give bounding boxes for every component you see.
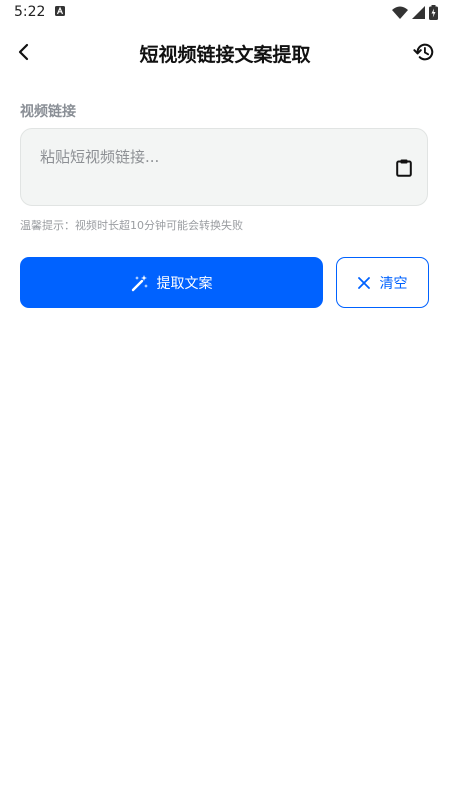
- app-bar: 短视频链接文案提取: [0, 30, 450, 76]
- paste-button[interactable]: [393, 157, 415, 179]
- clear-button[interactable]: 清空: [336, 257, 429, 308]
- status-time: 5:22: [14, 4, 46, 20]
- a-icon: [55, 6, 65, 16]
- video-link-input[interactable]: [21, 129, 381, 205]
- status-bar: 5:22: [0, 0, 450, 26]
- tip-text: 温馨提示：视频时长超10分钟可能会转换失败: [20, 219, 243, 232]
- extract-button-label: 提取文案: [156, 275, 213, 292]
- battery-charging-icon: [429, 5, 438, 20]
- video-link-field: [20, 128, 428, 206]
- clear-button-label: 清空: [379, 275, 408, 292]
- magic-wand-icon: [131, 274, 148, 291]
- video-link-label: 视频链接: [20, 104, 76, 120]
- page-title: 短视频链接文案提取: [139, 44, 311, 66]
- status-icons: [392, 5, 438, 20]
- clipboard-icon: [396, 159, 412, 177]
- signal-icon: [412, 6, 425, 19]
- wifi-icon: [392, 6, 408, 19]
- extract-button[interactable]: 提取文案: [20, 257, 323, 308]
- history-button[interactable]: [408, 36, 440, 68]
- close-icon: [357, 276, 370, 289]
- history-icon: [413, 43, 434, 61]
